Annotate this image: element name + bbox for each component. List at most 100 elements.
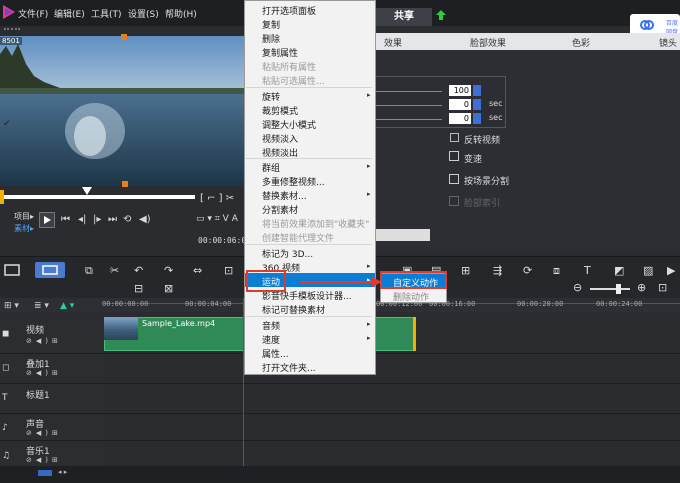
transition-icon[interactable]: ⊟ [134, 282, 143, 295]
marker-icon[interactable]: ▲ ▾ [60, 301, 74, 311]
context-menu-item[interactable]: 多重修整视频... [262, 175, 325, 188]
preview-marker[interactable] [121, 34, 127, 40]
menu-edit[interactable]: 编辑(E) [54, 7, 85, 20]
speed-icon[interactable] [449, 151, 459, 161]
menu-file[interactable]: 文件(F) [18, 7, 48, 20]
fade-out-slider[interactable] [376, 119, 442, 120]
zoom-in-icon[interactable]: ⊕ [637, 281, 646, 294]
context-menu-item[interactable]: 复制属性 [262, 46, 298, 59]
context-menu-item[interactable]: 打开选项面板 [262, 4, 316, 17]
tab-lens[interactable]: 镜头 [659, 36, 677, 49]
add-media-icon[interactable]: ⧉ [85, 264, 93, 278]
clip-trim-handle[interactable] [413, 317, 416, 351]
context-menu-item[interactable]: 速度 [262, 333, 280, 346]
context-menu-item[interactable]: 替换素材... [262, 189, 307, 202]
reverse-video-label[interactable]: 反转视频 [464, 133, 500, 146]
split-screen-icon[interactable]: ◩ [614, 264, 624, 277]
context-menu-item[interactable]: 标记可替换素材 [262, 303, 325, 316]
storyboard-view-icon[interactable] [0, 262, 24, 278]
reverse-video-checkbox[interactable] [450, 133, 459, 142]
track-manager-icon[interactable]: ⊞ ▾ [4, 301, 19, 311]
zoom-slider[interactable] [590, 288, 630, 290]
zoom-out-icon[interactable]: ⊖ [573, 281, 582, 294]
context-menu-item[interactable]: 删除 [262, 32, 280, 45]
track-controls-icon[interactable]: ⊘◀)⊞ [26, 456, 62, 464]
undo-icon[interactable]: ↶ [134, 264, 143, 277]
trim-end-handle[interactable] [122, 181, 128, 187]
tab-share[interactable]: 共享 [376, 8, 432, 26]
fit-timeline-icon[interactable]: ⊡ [658, 281, 667, 294]
scrollbar-thumb[interactable] [38, 470, 52, 476]
skip-end-icon[interactable]: ⏭ [108, 214, 117, 228]
panel-grip[interactable] [4, 28, 20, 31]
fade-in-slider[interactable] [376, 105, 442, 106]
fade-out-field[interactable]: 0 [449, 113, 471, 124]
context-menu-item[interactable]: 复制 [262, 18, 280, 31]
skip-start-icon[interactable]: ⏮ [61, 214, 70, 228]
auto-music-icon[interactable]: ⟳ [523, 264, 532, 277]
volume-slider[interactable] [376, 91, 442, 92]
context-menu-item[interactable]: 裁剪模式 [262, 104, 298, 117]
scene-split-button[interactable]: 按场景分割 [464, 174, 509, 187]
clip-mode-label[interactable]: 素材▸ [14, 223, 34, 235]
context-menu-item[interactable]: 打开文件夹... [262, 361, 316, 374]
scroll-arrows-icon[interactable]: ◂ ▸ [58, 468, 67, 476]
repeat-icon[interactable]: ⟲ [123, 214, 131, 228]
context-menu-item[interactable]: 视频淡出 [262, 146, 298, 159]
save-project-icon[interactable]: ⊠ [164, 282, 173, 295]
paint-icon[interactable]: ▨ [643, 264, 653, 277]
aspect-ratio-icon[interactable]: ▭ ▾ ⌗ V A [196, 214, 238, 224]
volume-spinner[interactable] [473, 85, 481, 96]
record-icon[interactable]: ⊡ [224, 264, 233, 277]
context-menu-item[interactable]: 分割素材 [262, 203, 298, 216]
trim-start-handle[interactable] [0, 190, 4, 204]
fade-in-spinner[interactable] [473, 99, 481, 110]
chapter-icon[interactable]: ≣ ▾ [34, 301, 49, 311]
volume-icon[interactable]: ◀) [139, 214, 151, 228]
step-back-icon[interactable]: ◂| [78, 214, 86, 228]
tools-icon[interactable]: ✂ [110, 264, 119, 277]
more-tools-icon[interactable]: ▶ [667, 264, 675, 277]
track-controls-icon[interactable]: ⊘◀)⊞ [26, 337, 62, 345]
project-mode-label[interactable]: 项目▸ [14, 211, 34, 223]
menu-settings[interactable]: 设置(S) [128, 7, 159, 20]
menu-tools[interactable]: 工具(T) [91, 7, 122, 20]
context-menu-item[interactable]: 旋转 [262, 90, 280, 103]
context-menu-item[interactable]: 群组 [262, 161, 280, 174]
tab-face-effects[interactable]: 脸部效果 [470, 36, 506, 49]
fade-out-spinner[interactable] [473, 113, 481, 124]
fade-in-field[interactable]: 0 [449, 99, 471, 110]
crop-brackets-icon[interactable]: [ ⌐ ] ✂ [200, 193, 234, 204]
redo-icon[interactable]: ↷ [164, 264, 173, 277]
context-menu-item[interactable]: 音频 [262, 319, 280, 332]
cloud-icon [640, 20, 654, 30]
submenu-arrow-icon: ▸ [367, 334, 371, 342]
tab-effects[interactable]: 效果 [384, 36, 402, 49]
context-menu-item[interactable]: 调整大小模式 [262, 118, 316, 131]
step-forward-icon[interactable]: |▸ [93, 214, 101, 228]
speed-button[interactable]: 变速 [464, 152, 482, 165]
multicam-icon[interactable]: ⧈ [553, 264, 560, 278]
scrub-head-icon[interactable] [82, 187, 92, 195]
timeline-scrollbar[interactable] [0, 466, 680, 483]
upload-icon[interactable] [436, 10, 446, 20]
fit-icon[interactable]: ⇔ [193, 264, 202, 277]
motion-track-icon[interactable]: ⇶ [493, 264, 502, 277]
menu-help[interactable]: 帮助(H) [165, 7, 197, 20]
scrub-bar[interactable] [0, 195, 195, 199]
timeline-view-button[interactable] [35, 262, 65, 278]
context-menu-item[interactable]: 标记为 3D... [262, 247, 313, 260]
volume-field[interactable]: 100 [449, 85, 471, 96]
context-menu-item[interactable]: 属性... [262, 347, 289, 360]
track-controls-icon[interactable]: ⊘◀)⊞ [26, 429, 62, 437]
play-mode-labels[interactable]: 项目▸ 素材▸ [14, 211, 34, 235]
tab-color[interactable]: 色彩 [572, 36, 590, 49]
scene-split-icon[interactable] [449, 174, 459, 184]
context-menu-item[interactable]: 视频淡入 [262, 132, 298, 145]
zoom-slider-knob[interactable] [616, 284, 621, 294]
play-button[interactable] [39, 212, 55, 228]
grid-icon[interactable]: ⊞ [461, 264, 470, 277]
track-controls-icon[interactable]: ⊘◀)⊞ [26, 369, 62, 377]
title-3d-icon[interactable]: T [584, 264, 591, 277]
options-dropdown[interactable] [376, 229, 430, 241]
